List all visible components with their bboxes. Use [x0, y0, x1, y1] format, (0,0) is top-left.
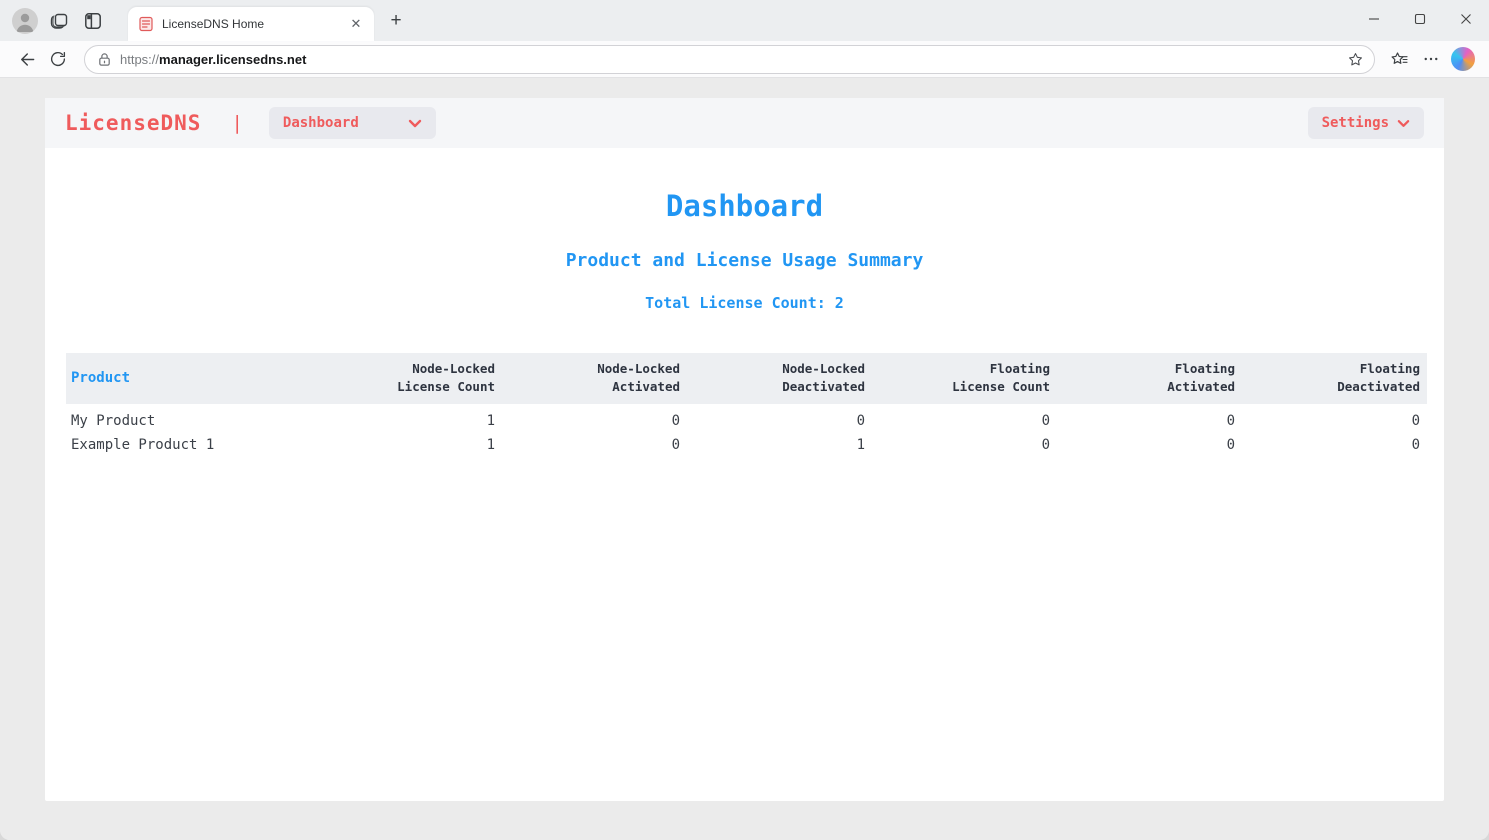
product-name-cell: Example Product 1: [66, 431, 317, 458]
value-cell: 0: [1057, 431, 1242, 458]
page-title: Dashboard: [45, 189, 1444, 223]
column-header: Node-LockedActivated: [502, 353, 687, 404]
chevron-down-icon: [1397, 119, 1410, 128]
new-tab-button[interactable]: +: [382, 7, 410, 35]
favorites-hub-icon[interactable]: [1383, 44, 1415, 74]
chevron-down-icon: [408, 119, 422, 128]
tab-favicon-icon: [138, 16, 154, 32]
dashboard-content: Dashboard Product and License Usage Summ…: [45, 148, 1444, 312]
value-cell: 0: [872, 404, 1057, 431]
more-menu-icon[interactable]: [1415, 44, 1447, 74]
refresh-button[interactable]: [42, 44, 74, 74]
window-maximize-button[interactable]: [1397, 0, 1443, 38]
settings-label: Settings: [1322, 115, 1389, 131]
app-logo: LicenseDNS: [65, 111, 201, 135]
logo-divider: |: [231, 112, 242, 134]
url-text[interactable]: https://manager.licensedns.net: [120, 52, 1347, 67]
page-subtitle: Product and License Usage Summary: [45, 250, 1444, 271]
split-screen-icon[interactable]: [76, 4, 110, 38]
app-card: LicenseDNS | Dashboard Settings Dashboar…: [45, 98, 1444, 801]
tab-licensedns-home[interactable]: LicenseDNS Home ✕: [128, 7, 374, 41]
license-usage-table: Product Node-LockedLicense Count Node-Lo…: [66, 353, 1427, 458]
window-close-button[interactable]: [1443, 0, 1489, 38]
column-header-product[interactable]: Product: [66, 353, 317, 404]
window-minimize-button[interactable]: [1351, 0, 1397, 38]
tab-title: LicenseDNS Home: [162, 17, 346, 31]
browser-toolbar: https://manager.licensedns.net: [0, 41, 1489, 78]
copilot-icon: [1451, 47, 1475, 71]
value-cell: 0: [687, 404, 872, 431]
favorite-star-icon[interactable]: [1347, 51, 1364, 68]
column-header: FloatingActivated: [1057, 353, 1242, 404]
tab-close-icon[interactable]: ✕: [346, 14, 366, 34]
browser-window: LicenseDNS Home ✕ +: [0, 0, 1489, 840]
table-row[interactable]: Example Product 1 1 0 1 0 0 0: [66, 431, 1427, 458]
value-cell: 0: [502, 431, 687, 458]
total-license-count: Total License Count: 2: [45, 294, 1444, 312]
column-header: Node-LockedDeactivated: [687, 353, 872, 404]
table-header-row: Product Node-LockedLicense Count Node-Lo…: [66, 353, 1427, 404]
settings-dropdown-button[interactable]: Settings: [1308, 107, 1424, 139]
table-row[interactable]: My Product 1 0 0 0 0 0: [66, 404, 1427, 431]
lock-icon[interactable]: [97, 52, 112, 67]
column-header: FloatingLicense Count: [872, 353, 1057, 404]
url-domain: manager.licensedns.net: [159, 52, 306, 67]
column-header: FloatingDeactivated: [1242, 353, 1427, 404]
tab-strip: LicenseDNS Home ✕ +: [0, 0, 1489, 41]
app-header: LicenseDNS | Dashboard Settings: [45, 98, 1444, 148]
nav-dropdown-label: Dashboard: [283, 115, 359, 131]
url-scheme: https://: [120, 52, 159, 67]
back-button[interactable]: [10, 44, 42, 74]
value-cell: 0: [1242, 431, 1427, 458]
address-bar[interactable]: https://manager.licensedns.net: [84, 45, 1375, 74]
page-background: LicenseDNS | Dashboard Settings Dashboar…: [0, 78, 1489, 840]
copilot-button[interactable]: [1447, 44, 1479, 74]
value-cell: 1: [317, 404, 502, 431]
product-name-cell: My Product: [66, 404, 317, 431]
nav-dropdown-dashboard[interactable]: Dashboard: [269, 107, 436, 139]
profile-avatar-icon: [12, 8, 38, 34]
value-cell: 0: [502, 404, 687, 431]
workspaces-icon[interactable]: [42, 4, 76, 38]
value-cell: 0: [1057, 404, 1242, 431]
window-controls: [1351, 0, 1489, 41]
column-header: Node-LockedLicense Count: [317, 353, 502, 404]
profile-button[interactable]: [8, 4, 42, 38]
value-cell: 1: [687, 431, 872, 458]
value-cell: 0: [1242, 404, 1427, 431]
value-cell: 1: [317, 431, 502, 458]
value-cell: 0: [872, 431, 1057, 458]
